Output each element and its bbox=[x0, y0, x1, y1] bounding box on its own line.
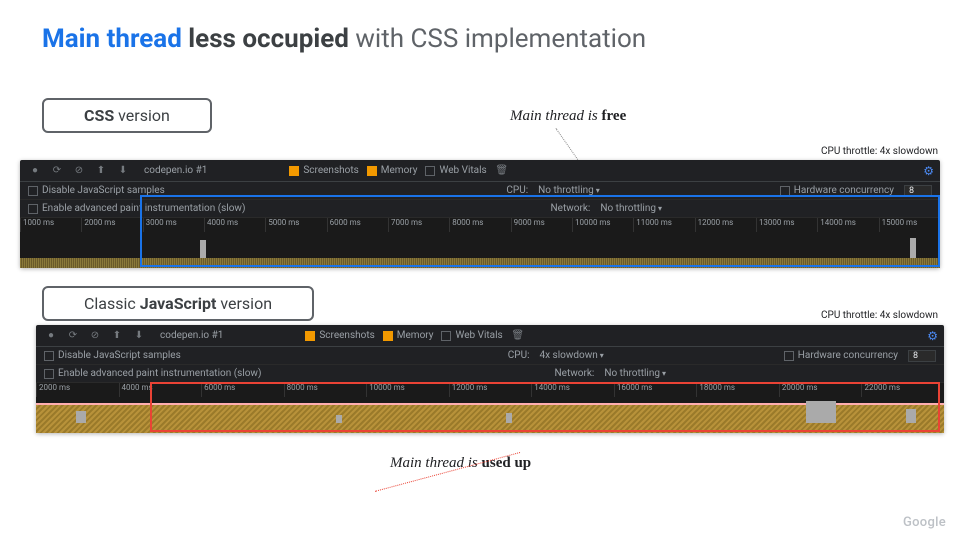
timeline-tick: 7000 ms bbox=[388, 218, 449, 232]
devtools-css: ● ⟳ ⊘ ⬆ ⬇ codepen.io #1 Screenshots Memo… bbox=[20, 160, 940, 268]
devtools-toolbar: ● ⟳ ⊘ ⬆ ⬇ codepen.io #1 Screenshots Memo… bbox=[20, 160, 940, 182]
network-throttle-select[interactable]: No throttling bbox=[600, 203, 662, 214]
timeline-tick: 14000 ms bbox=[531, 383, 614, 397]
timeline-tick: 14000 ms bbox=[817, 218, 878, 232]
throttle-css: CPU throttle: 4x slowdown bbox=[821, 146, 938, 157]
trash-icon[interactable]: 🗑 bbox=[495, 164, 509, 178]
js-version-label: Classic JavaScript version bbox=[42, 286, 314, 321]
upload-icon[interactable]: ⬆ bbox=[110, 329, 124, 343]
download-icon[interactable]: ⬇ bbox=[116, 164, 130, 178]
timeline-tick: 8000 ms bbox=[449, 218, 510, 232]
timeline-css[interactable]: 1000 ms2000 ms3000 ms4000 ms5000 ms6000 … bbox=[20, 218, 940, 268]
network-throttle-select-js[interactable]: No throttling bbox=[604, 368, 666, 379]
timeline-tick: 8000 ms bbox=[284, 383, 367, 397]
timeline-tick: 4000 ms bbox=[204, 218, 265, 232]
timeline-tick: 4000 ms bbox=[119, 383, 202, 397]
devtools-row-net: Enable advanced paint instrumentation (s… bbox=[20, 200, 940, 218]
timeline-tick: 6000 ms bbox=[327, 218, 388, 232]
timeline-tick: 5000 ms bbox=[265, 218, 326, 232]
reload-icon[interactable]: ⟳ bbox=[50, 164, 64, 178]
hw-concurrency-input-js[interactable]: 8 bbox=[908, 350, 936, 362]
timeline-tick: 6000 ms bbox=[201, 383, 284, 397]
timeline-tick: 10000 ms bbox=[366, 383, 449, 397]
timeline-tick: 13000 ms bbox=[756, 218, 817, 232]
devtools-row-net-js: Enable advanced paint instrumentation (s… bbox=[36, 365, 944, 383]
checkbox-disable-js[interactable] bbox=[28, 186, 38, 196]
checkbox-webvitals-js[interactable] bbox=[441, 331, 451, 341]
checkbox-disable-js-js[interactable] bbox=[44, 351, 54, 361]
devtools-row-cpu-js: Disable JavaScript samples CPU: 4x slowd… bbox=[36, 347, 944, 365]
record-icon[interactable]: ● bbox=[44, 329, 58, 343]
slide-title: Main thread less occupied with CSS imple… bbox=[42, 24, 646, 54]
record-icon[interactable]: ● bbox=[28, 164, 42, 178]
timeline-tick: 1000 ms bbox=[20, 218, 81, 232]
timeline-tick: 10000 ms bbox=[572, 218, 633, 232]
timeline-tick: 22000 ms bbox=[861, 383, 944, 397]
checkbox-screenshots-js[interactable] bbox=[305, 331, 315, 341]
checkbox-paint[interactable] bbox=[28, 204, 38, 214]
reload-icon[interactable]: ⟳ bbox=[66, 329, 80, 343]
timeline-tick: 20000 ms bbox=[779, 383, 862, 397]
gear-icon[interactable]: ⚙ bbox=[927, 329, 938, 343]
stop-icon[interactable]: ⊘ bbox=[72, 164, 86, 178]
devtools-js: ● ⟳ ⊘ ⬆ ⬇ codepen.io #1 Screenshots Memo… bbox=[36, 325, 944, 433]
timeline-tick: 2000 ms bbox=[81, 218, 142, 232]
css-version-label: CSS version bbox=[42, 98, 212, 133]
timeline-tick: 9000 ms bbox=[511, 218, 572, 232]
checkbox-memory-js[interactable] bbox=[383, 331, 393, 341]
annotation-free: Main thread is free bbox=[510, 108, 626, 125]
timeline-tick: 15000 ms bbox=[879, 218, 940, 232]
cpu-throttle-select-js[interactable]: 4x slowdown bbox=[540, 350, 604, 361]
timeline-js[interactable]: 2000 ms4000 ms6000 ms8000 ms10000 ms1200… bbox=[36, 383, 944, 433]
timeline-tick: 2000 ms bbox=[36, 383, 119, 397]
tab-codepen-js[interactable]: codepen.io #1 bbox=[154, 330, 229, 341]
trash-icon[interactable]: 🗑 bbox=[511, 329, 525, 343]
title-rest: with CSS implementation bbox=[355, 24, 646, 54]
timeline-tick: 3000 ms bbox=[143, 218, 204, 232]
checkbox-hw-js[interactable] bbox=[784, 351, 794, 361]
download-icon[interactable]: ⬇ bbox=[132, 329, 146, 343]
throttle-js: CPU throttle: 4x slowdown bbox=[821, 310, 938, 321]
annotation-usedup: Main thread is used up bbox=[390, 455, 531, 472]
title-bold: less occupied bbox=[188, 24, 349, 54]
google-logo: Google bbox=[903, 515, 946, 530]
checkbox-hw[interactable] bbox=[780, 186, 790, 196]
hw-concurrency-input[interactable]: 8 bbox=[904, 185, 932, 197]
checkbox-webvitals[interactable] bbox=[425, 166, 435, 176]
upload-icon[interactable]: ⬆ bbox=[94, 164, 108, 178]
checkbox-paint-js[interactable] bbox=[44, 369, 54, 379]
timeline-tick: 12000 ms bbox=[449, 383, 532, 397]
devtools-row-cpu: Disable JavaScript samples CPU: No throt… bbox=[20, 182, 940, 200]
title-blue: Main thread bbox=[42, 24, 182, 54]
checkbox-screenshots[interactable] bbox=[289, 166, 299, 176]
cpu-throttle-select[interactable]: No throttling bbox=[538, 185, 600, 196]
timeline-tick: 12000 ms bbox=[695, 218, 756, 232]
timeline-tick: 18000 ms bbox=[696, 383, 779, 397]
checkbox-memory[interactable] bbox=[367, 166, 377, 176]
gear-icon[interactable]: ⚙ bbox=[923, 164, 934, 178]
tab-codepen[interactable]: codepen.io #1 bbox=[138, 165, 213, 176]
devtools-toolbar-js: ● ⟳ ⊘ ⬆ ⬇ codepen.io #1 Screenshots Memo… bbox=[36, 325, 944, 347]
timeline-tick: 16000 ms bbox=[614, 383, 697, 397]
timeline-tick: 11000 ms bbox=[633, 218, 694, 232]
stop-icon[interactable]: ⊘ bbox=[88, 329, 102, 343]
